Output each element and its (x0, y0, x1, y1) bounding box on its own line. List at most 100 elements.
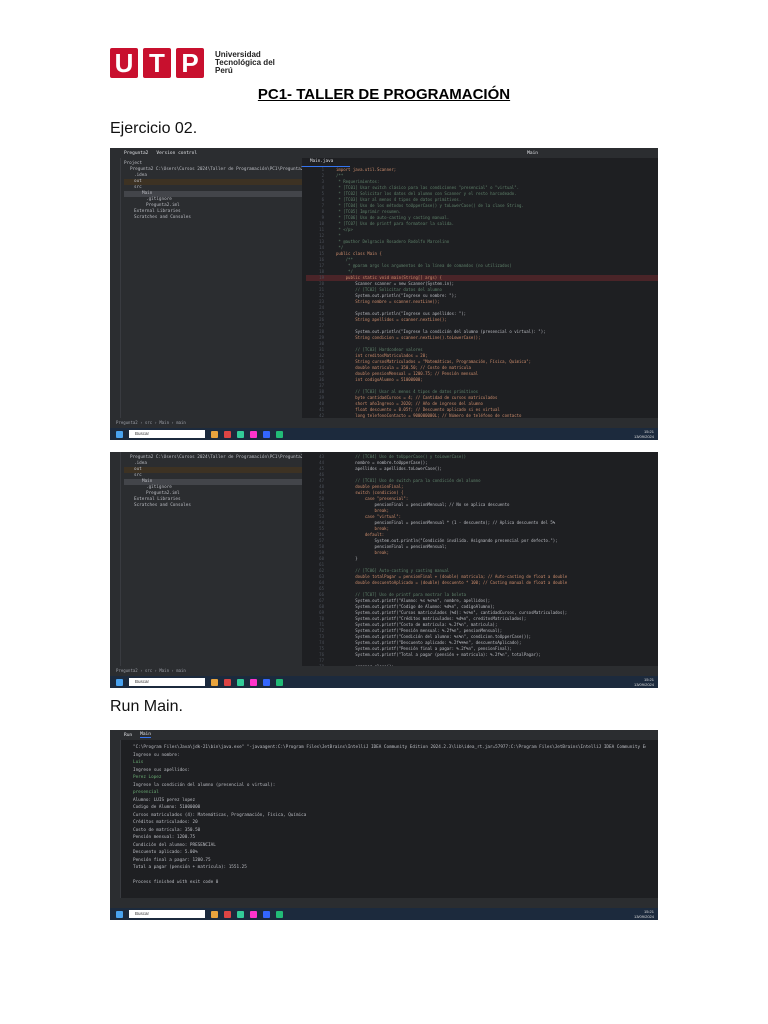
console-line: Condición del alumno: PRESENCIAL (133, 842, 216, 848)
project-panel: Project Pregunta2 C:\Users\Cursos 2024\T… (121, 158, 307, 418)
logo-letter: T (143, 48, 171, 78)
code-text: } (336, 556, 358, 561)
taskbar-app-icon[interactable] (263, 910, 270, 918)
taskbar-app-icon[interactable] (276, 678, 283, 686)
tool-strip (110, 452, 121, 666)
taskbar-app-icon[interactable] (237, 910, 244, 918)
code-text: * @author Delgracio Rosadero Rodolfo Mar… (336, 239, 450, 244)
windows-start-icon[interactable] (116, 910, 123, 918)
console-line: Ingrese sus apellidos: (133, 767, 190, 773)
code-text: System.out.printf("Total a pagar (pensió… (336, 652, 541, 657)
code-text: * [TC07] Uso de printf para formatear la… (336, 221, 455, 226)
date: 13/09/2024 (633, 682, 654, 687)
taskbar-app-icon[interactable] (224, 910, 231, 918)
code-text: apellidos = apellidos.toLowerCase(); (336, 466, 442, 471)
run-panel-title: Run (124, 732, 133, 738)
code-text: * @param args los argumentos de la línea… (336, 263, 512, 268)
taskbar: Buscar 15:21 13/09/2024 (110, 676, 658, 688)
ide-screenshot-1: Pregunta2 Version control Main Project Pre… (110, 148, 658, 440)
console-line: Pensión final a pagar: 1200.75 (133, 857, 211, 863)
code-text: import java.util.Scanner; (336, 167, 397, 172)
project-tree: Pregunta2 C:\Users\Cursos 2024\Taller de… (121, 452, 307, 666)
code-text: int codigoAlumno = 51000000; (336, 377, 423, 382)
console-line: Total a pagar (pensión + matrícula): 155… (133, 865, 247, 870)
document-title: PC1- TALLER DE PROGRAMACIÓN (257, 86, 511, 103)
taskbar-app-icon[interactable] (237, 430, 244, 438)
ide-screenshot-2: Pregunta2 C:\Users\Cursos 2024\Taller de… (110, 452, 658, 688)
status-bar: Pregunta2 › src › Main › main (110, 666, 658, 676)
taskbar-app-icon[interactable] (237, 678, 244, 686)
console-line: Cursos matriculados (4): Matemáticas, Pr… (133, 812, 307, 818)
tool-strip (110, 158, 121, 418)
clock: 15:21 13/09/2024 (634, 677, 658, 687)
run-config[interactable]: Main (527, 151, 538, 156)
taskbar-app-icon[interactable] (224, 678, 231, 686)
taskbar-app-icon[interactable] (211, 678, 218, 686)
taskbar-app-icon[interactable] (250, 678, 257, 686)
taskbar-app-icon[interactable] (211, 910, 218, 918)
taskbar-app-icon[interactable] (250, 430, 257, 438)
taskbar-app-icon[interactable] (263, 678, 270, 686)
code-area[interactable]: 43 // [TC04] Uso de toUpperCase() y toLo… (302, 452, 658, 682)
tab-run-main[interactable]: Main (140, 732, 151, 738)
run-console[interactable]: "C:\Program Files\Java\jdk-21\bin\java.e… (121, 740, 658, 898)
taskbar-app-icon[interactable] (250, 910, 257, 918)
console-line: Alumno: LUIS perez lopez (133, 797, 196, 803)
taskbar: Buscar 15:21 13/09/2024 (110, 428, 658, 440)
code-text: double descuentoAplicado = (double) desc… (336, 580, 568, 585)
console-line: Ingrese su nombre: (133, 752, 180, 758)
windows-start-icon[interactable] (116, 678, 123, 686)
ide-title-bar: Pregunta2 Version control Main (110, 148, 658, 158)
tool-strip (110, 740, 121, 898)
code-area[interactable]: 1 import java.util.Scanner; 2/** 3 * Requer… (302, 167, 658, 419)
console-line: "C:\Program Files\Java\jdk-21\bin\java.e… (133, 745, 646, 750)
code-text: String nombre = scanner.nextLine(); (336, 299, 440, 304)
console-line: presencial (133, 790, 159, 795)
project-tree: Pregunta2 C:\Users\Cursos 2024\Taller de… (124, 167, 304, 221)
console-line: Luis (133, 760, 144, 765)
status-bar: Pregunta2 › src › Main › main (110, 418, 658, 428)
tree-item[interactable]: Scratches and Consoles (124, 215, 304, 221)
date: 13/09/2024 (633, 434, 654, 439)
ide-screenshot-3: Run Main "C:\Program Files\Java\jdk-21\bi… (110, 730, 658, 920)
status-bar (110, 898, 658, 908)
console-line: Descuento aplicado: 5.00% (133, 850, 198, 855)
tree-item[interactable]: Pregunta2 C:\Users\Cursos 2024\Taller de… (124, 167, 304, 173)
university-name: Universidad Tecnológica del Perú (215, 50, 275, 75)
tree-item[interactable]: Scratches and Consoles (124, 503, 304, 509)
tree-item[interactable]: Pregunta2 C:\Users\Cursos 2024\Taller de… (124, 455, 304, 461)
taskbar-app-icon[interactable] (224, 430, 231, 438)
search-box[interactable]: Buscar (129, 910, 205, 918)
utp-logo: U T P Universidad Tecnológica del Perú (110, 48, 275, 78)
clock: 15:21 13/09/2024 (634, 429, 658, 439)
taskbar-app-icon[interactable] (276, 430, 283, 438)
code-text: String apellidos = scanner.nextLine(); (336, 317, 447, 322)
vcs-selector[interactable]: Version control (156, 151, 197, 156)
code-editor[interactable]: 43 // [TC04] Uso de toUpperCase() y toLo… (302, 452, 658, 681)
logo-letter: P (176, 48, 204, 78)
taskbar: Buscar 15:21 13/09/2024 (110, 908, 658, 920)
console-line: Pensión mensual: 1200.75 (133, 835, 196, 840)
run-heading: Run Main. (110, 698, 183, 715)
project-selector[interactable]: Pregunta2 (124, 151, 148, 156)
console-line: Perez Lopez (133, 775, 162, 780)
exercise-heading: Ejercicio 02. (110, 120, 198, 137)
console-line: Process finished with exit code 0 (133, 880, 219, 885)
taskbar-app-icon[interactable] (276, 910, 283, 918)
taskbar-app-icon[interactable] (211, 430, 218, 438)
code-text: String condicion = scanner.nextLine().to… (336, 335, 481, 340)
date: 13/09/2024 (633, 914, 654, 919)
taskbar-app-icon[interactable] (263, 430, 270, 438)
console-line: Créditos matriculados: 20 (133, 820, 198, 825)
tab-main-java[interactable]: Main.java (302, 158, 350, 167)
console-line: Codigo de Alumno: 51000000 (133, 805, 201, 810)
search-box[interactable]: Buscar (129, 430, 205, 438)
console-line: Costo de matrícula: 350.50 (133, 827, 201, 833)
console-line: Ingrese la condición del alumno (presenc… (133, 782, 276, 788)
search-box[interactable]: Buscar (129, 678, 205, 686)
clock: 15:21 13/09/2024 (634, 909, 658, 919)
windows-start-icon[interactable] (116, 430, 123, 438)
code-editor[interactable]: Main.java 1 import java.util.Scanner; 2/**… (302, 158, 658, 418)
logo-letter: U (110, 48, 138, 78)
